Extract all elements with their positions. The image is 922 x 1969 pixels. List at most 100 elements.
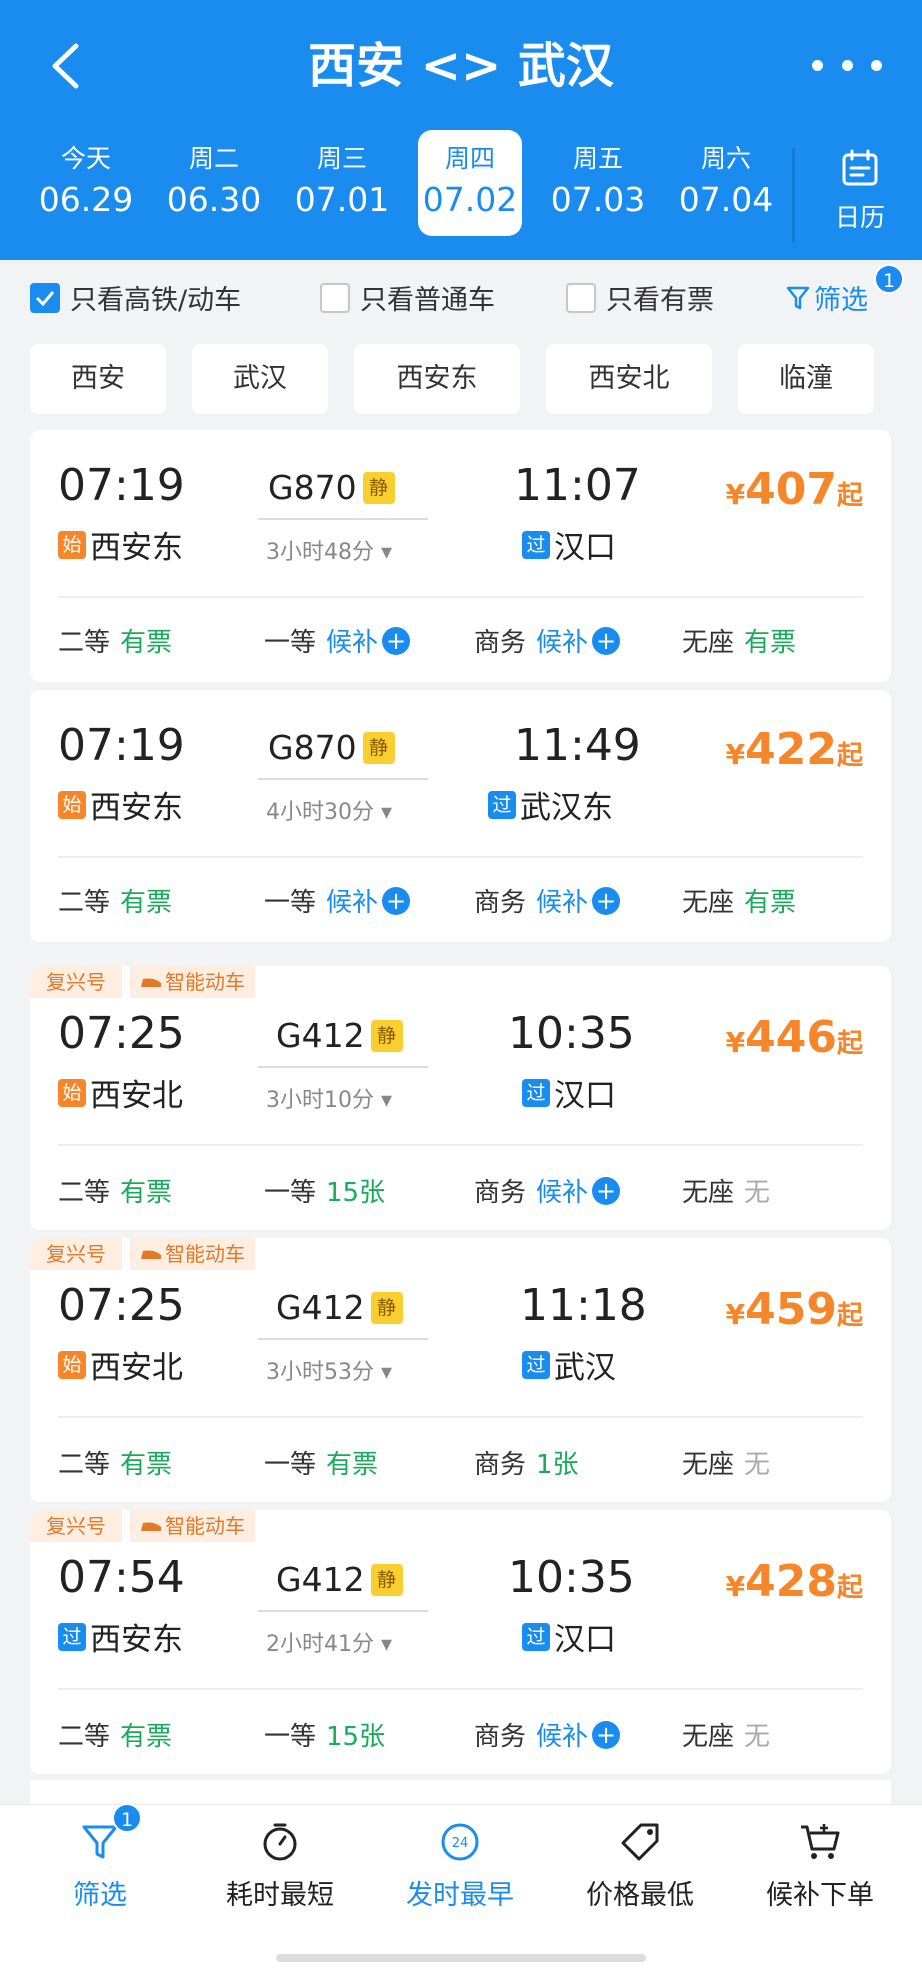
train-number-text: G870 [268, 728, 357, 767]
station-chip[interactable]: 武汉 [192, 344, 328, 414]
pass-station-icon: 过 [522, 1622, 550, 1651]
seat-first-class: 一等 有票 [264, 1444, 378, 1481]
date-value: 07.01 [294, 180, 390, 219]
seat-status: 候补 [326, 888, 379, 918]
train-icon [141, 1250, 161, 1259]
caret-down-icon: ▾ [381, 1088, 393, 1113]
seat-status: 候补 [536, 1178, 589, 1208]
add-waitlist-icon[interactable]: + [592, 626, 621, 655]
train-number-text: G412 [276, 1560, 365, 1599]
quiet-car-badge: 静 [362, 731, 395, 764]
calendar-button[interactable]: 日历 [815, 140, 905, 240]
departure-station: 始 西安北 [58, 1342, 183, 1387]
nav-lowest-price[interactable]: 价格最低 [550, 1821, 730, 1912]
bottom-sort-bar: 筛选 1 耗时最短 24 发时最早 价格最低 候补下单 [0, 1803, 922, 1969]
date-tab[interactable]: 周五 07.03 [546, 130, 650, 236]
back-button[interactable] [40, 38, 90, 94]
duration-toggle[interactable]: 4小时30分 ▾ [266, 794, 392, 826]
station-chip[interactable]: 临潼 [738, 344, 874, 414]
date-tab-selected[interactable]: 周四 07.02 [418, 130, 522, 236]
smart-emu-tag: 智能动车 [130, 1510, 255, 1542]
date-tab[interactable]: 今天 06.29 [34, 130, 138, 236]
seat-status: 无 [744, 1722, 771, 1752]
seat-first-class[interactable]: 一等 候补 + [264, 882, 411, 919]
only-available-checkbox[interactable]: 只看有票 [566, 278, 714, 317]
caret-down-icon: ▾ [381, 540, 393, 565]
seat-first-class: 一等 15张 [264, 1716, 385, 1753]
add-waitlist-icon[interactable]: + [592, 1176, 621, 1205]
divider [58, 1144, 863, 1146]
only-highspeed-checkbox[interactable]: 只看高铁/动车 [30, 278, 241, 317]
seat-status: 无 [744, 1178, 771, 1208]
train-card[interactable]: 07:19 始 西安东 G870 静 3小时48分 ▾ 11:07 过 汉口 ¥… [30, 430, 891, 682]
departure-station: 过 西安东 [58, 1614, 183, 1659]
seat-status: 候补 [536, 888, 589, 918]
divider [58, 1416, 863, 1418]
seat-name: 无座 [682, 1450, 735, 1480]
filter-button[interactable]: 筛选 [786, 278, 868, 317]
price-value: 428 [745, 1556, 837, 1607]
duration-toggle[interactable]: 3小时48分 ▾ [266, 534, 392, 566]
seat-business[interactable]: 商务 候补 + [474, 622, 621, 659]
nav-earliest-departure[interactable]: 24 发时最早 [370, 1821, 550, 1912]
date-tab[interactable]: 周二 06.30 [162, 130, 266, 236]
station-name: 武汉 [554, 1350, 616, 1386]
train-card[interactable]: 复兴号 智能动车 07:25 始 西安北 G412 静 3小时53分 ▾ 11:… [30, 1238, 891, 1502]
add-waitlist-icon[interactable]: + [382, 886, 411, 915]
nav-shortest-duration[interactable]: 耗时最短 [190, 1821, 370, 1912]
nav-waitlist-order[interactable]: 候补下单 [730, 1821, 910, 1912]
price-value: 459 [745, 1284, 837, 1335]
clock-24-icon: 24 [441, 1823, 479, 1861]
seat-name: 商务 [474, 628, 527, 658]
add-waitlist-icon[interactable]: + [592, 1720, 621, 1749]
train-card[interactable]: 07:19 始 西安东 G870 静 4小时30分 ▾ 11:49 过 武汉东 … [30, 690, 891, 942]
dot-icon [871, 59, 882, 71]
departure-time: 07:25 [58, 1280, 185, 1331]
train-card[interactable]: 复兴号 智能动车 07:54 过 西安东 G412 静 2小时41分 ▾ 10:… [30, 1510, 891, 1774]
train-card[interactable]: 复兴号 智能动车 07:25 始 西安北 G412 静 3小时10分 ▾ 10:… [30, 966, 891, 1230]
station-chip[interactable]: 西安北 [546, 344, 712, 414]
seat-second-class: 二等 有票 [58, 1716, 172, 1753]
duration-text: 4小时30分 [266, 800, 374, 825]
seat-business[interactable]: 商务 候补 + [474, 1716, 621, 1753]
more-button[interactable] [812, 50, 882, 80]
dot-icon [812, 59, 823, 71]
train-number-text: G412 [276, 1016, 365, 1055]
currency-symbol: ¥ [725, 478, 746, 511]
seat-first-class[interactable]: 一等 候补 + [264, 622, 411, 659]
train-number-text: G870 [268, 468, 357, 507]
seat-name: 无座 [682, 628, 735, 658]
station-chip[interactable]: 西安东 [354, 344, 520, 414]
duration-toggle[interactable]: 3小时53分 ▾ [266, 1354, 392, 1386]
price: ¥407起 [726, 464, 863, 515]
date-tab[interactable]: 周三 07.01 [290, 130, 394, 236]
pass-station-icon: 过 [522, 530, 550, 559]
smart-emu-tag: 智能动车 [130, 1238, 255, 1270]
date-weekday: 周四 [444, 144, 495, 173]
price-value: 446 [745, 1012, 837, 1063]
departure-time: 07:19 [58, 460, 185, 511]
price-suffix: 起 [836, 1029, 863, 1059]
calendar-label: 日历 [834, 203, 885, 232]
seat-no-seat: 无座 有票 [682, 882, 796, 919]
add-waitlist-icon[interactable]: + [592, 886, 621, 915]
station-chip[interactable]: 西安 [30, 344, 166, 414]
checkbox-label: 只看普通车 [360, 285, 495, 316]
date-tab[interactable]: 周六 07.04 [674, 130, 778, 236]
only-normal-checkbox[interactable]: 只看普通车 [320, 278, 495, 317]
checkbox-unchecked [320, 282, 350, 313]
seat-business[interactable]: 商务 候补 + [474, 882, 621, 919]
duration-toggle[interactable]: 3小时10分 ▾ [266, 1082, 392, 1114]
nav-filter[interactable]: 筛选 [10, 1821, 190, 1912]
arrival-station: 过 汉口 [522, 1070, 616, 1115]
currency-symbol: ¥ [725, 1026, 746, 1059]
seat-status: 1张 [536, 1450, 579, 1480]
fuxing-tag: 复兴号 [30, 966, 122, 998]
date-value: 07.03 [550, 180, 646, 219]
seat-business[interactable]: 商务 候补 + [474, 1172, 621, 1209]
station-name: 西安东 [90, 1622, 183, 1658]
seat-name: 无座 [682, 1722, 735, 1752]
duration-toggle[interactable]: 2小时41分 ▾ [266, 1626, 392, 1658]
price-suffix: 起 [836, 741, 863, 771]
add-waitlist-icon[interactable]: + [382, 626, 411, 655]
